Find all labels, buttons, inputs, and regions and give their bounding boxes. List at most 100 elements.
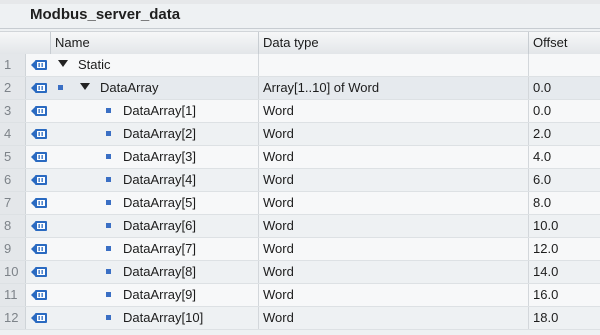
table-row[interactable]: 4 DataArray[2] Word 2.0 [0, 123, 600, 146]
expand-triangle-icon[interactable] [58, 60, 68, 67]
row-number: 2 [0, 77, 26, 99]
row-offset: 16.0 [533, 287, 559, 302]
row-name[interactable]: DataArray[3] [123, 146, 196, 168]
row-data-type[interactable]: Word [263, 284, 294, 306]
db-interface-icon [30, 82, 48, 94]
header-offset[interactable]: Offset [528, 32, 600, 54]
row-number: 10 [0, 261, 26, 283]
row-offset: 6.0 [533, 172, 552, 187]
row-name[interactable]: DataArray[5] [123, 192, 196, 214]
column-divider [528, 146, 529, 168]
table-row[interactable]: 12 DataArray[10] Word 18.0 [0, 307, 600, 330]
table-row[interactable]: 2 DataArray Array[1..10] of Word 0.0 [0, 77, 600, 100]
row-offset: 0.0 [533, 103, 552, 118]
column-divider [258, 169, 259, 191]
table-row[interactable]: 6 DataArray[4] Word 6.0 [0, 169, 600, 192]
element-bullet-icon [106, 131, 111, 136]
top-strip [0, 0, 600, 4]
row-data-type[interactable]: Word [263, 100, 294, 122]
table-row[interactable]: 7 DataArray[5] Word 8.0 [0, 192, 600, 215]
row-name[interactable]: DataArray[8] [123, 261, 196, 283]
element-bullet-icon [106, 269, 111, 274]
row-offset: 8.0 [533, 195, 552, 210]
row-offset: 0.0 [533, 80, 552, 95]
table-row[interactable]: 3 DataArray[1] Word 0.0 [0, 100, 600, 123]
row-name[interactable]: DataArray[10] [123, 307, 203, 329]
column-divider [258, 54, 259, 76]
row-name[interactable]: Static [78, 54, 111, 76]
row-name[interactable]: DataArray[1] [123, 100, 196, 122]
db-interface-icon [30, 197, 48, 209]
row-data-type[interactable]: Word [263, 238, 294, 260]
row-name[interactable]: DataArray[9] [123, 284, 196, 306]
row-number: 1 [0, 54, 26, 76]
row-name[interactable]: DataArray [100, 77, 159, 99]
column-divider [258, 284, 259, 306]
column-divider [258, 307, 259, 329]
row-number: 8 [0, 215, 26, 237]
header-data-type[interactable]: Data type [258, 32, 528, 54]
row-offset: 10.0 [533, 218, 559, 233]
table-row[interactable]: 10 DataArray[8] Word 14.0 [0, 261, 600, 284]
row-data-type[interactable]: Word [263, 215, 294, 237]
row-offset: 2.0 [533, 126, 552, 141]
db-interface-icon [30, 289, 48, 301]
row-data-type[interactable]: Word [263, 192, 294, 214]
table-row[interactable]: 1 Static [0, 54, 600, 77]
row-number: 4 [0, 123, 26, 145]
column-divider [528, 284, 529, 306]
row-data-type[interactable]: Word [263, 123, 294, 145]
db-interface-icon [30, 151, 48, 163]
column-divider [528, 169, 529, 191]
header-spacer [0, 32, 50, 54]
row-number: 5 [0, 146, 26, 168]
row-number: 3 [0, 100, 26, 122]
column-divider [528, 307, 529, 329]
row-data-type[interactable]: Array[1..10] of Word [263, 77, 379, 99]
db-interface-icon [30, 128, 48, 140]
header-name[interactable]: Name [50, 32, 258, 54]
expand-triangle-icon[interactable] [80, 83, 90, 90]
title-divider [0, 28, 600, 29]
table-row[interactable]: 9 DataArray[7] Word 12.0 [0, 238, 600, 261]
db-interface-icon [30, 266, 48, 278]
row-number: 7 [0, 192, 26, 214]
element-bullet-icon [106, 246, 111, 251]
element-bullet-icon [58, 85, 63, 90]
column-divider [528, 77, 529, 99]
db-interface-icon [30, 105, 48, 117]
column-divider [258, 123, 259, 145]
element-bullet-icon [106, 108, 111, 113]
db-interface-icon [30, 312, 48, 324]
table-row[interactable]: 11 DataArray[9] Word 16.0 [0, 284, 600, 307]
column-divider [528, 100, 529, 122]
row-name[interactable]: DataArray[4] [123, 169, 196, 191]
column-divider [258, 100, 259, 122]
row-name[interactable]: DataArray[6] [123, 215, 196, 237]
table-header: Name Data type Offset [0, 31, 600, 55]
row-number: 9 [0, 238, 26, 260]
row-offset: 4.0 [533, 149, 552, 164]
row-offset: 14.0 [533, 264, 559, 279]
row-number: 6 [0, 169, 26, 191]
block-title: Modbus_server_data [30, 6, 181, 23]
row-name[interactable]: DataArray[2] [123, 123, 196, 145]
row-offset: 12.0 [533, 241, 559, 256]
column-divider [528, 192, 529, 214]
column-divider [528, 215, 529, 237]
column-divider [258, 238, 259, 260]
row-name[interactable]: DataArray[7] [123, 238, 196, 260]
column-divider [258, 215, 259, 237]
column-divider [528, 54, 529, 76]
row-data-type[interactable]: Word [263, 307, 294, 329]
table-row[interactable]: 8 DataArray[6] Word 10.0 [0, 215, 600, 238]
element-bullet-icon [106, 200, 111, 205]
row-data-type[interactable]: Word [263, 261, 294, 283]
element-bullet-icon [106, 315, 111, 320]
row-data-type[interactable]: Word [263, 169, 294, 191]
row-data-type[interactable]: Word [263, 146, 294, 168]
element-bullet-icon [106, 177, 111, 182]
db-interface-icon [30, 243, 48, 255]
element-bullet-icon [106, 292, 111, 297]
table-row[interactable]: 5 DataArray[3] Word 4.0 [0, 146, 600, 169]
